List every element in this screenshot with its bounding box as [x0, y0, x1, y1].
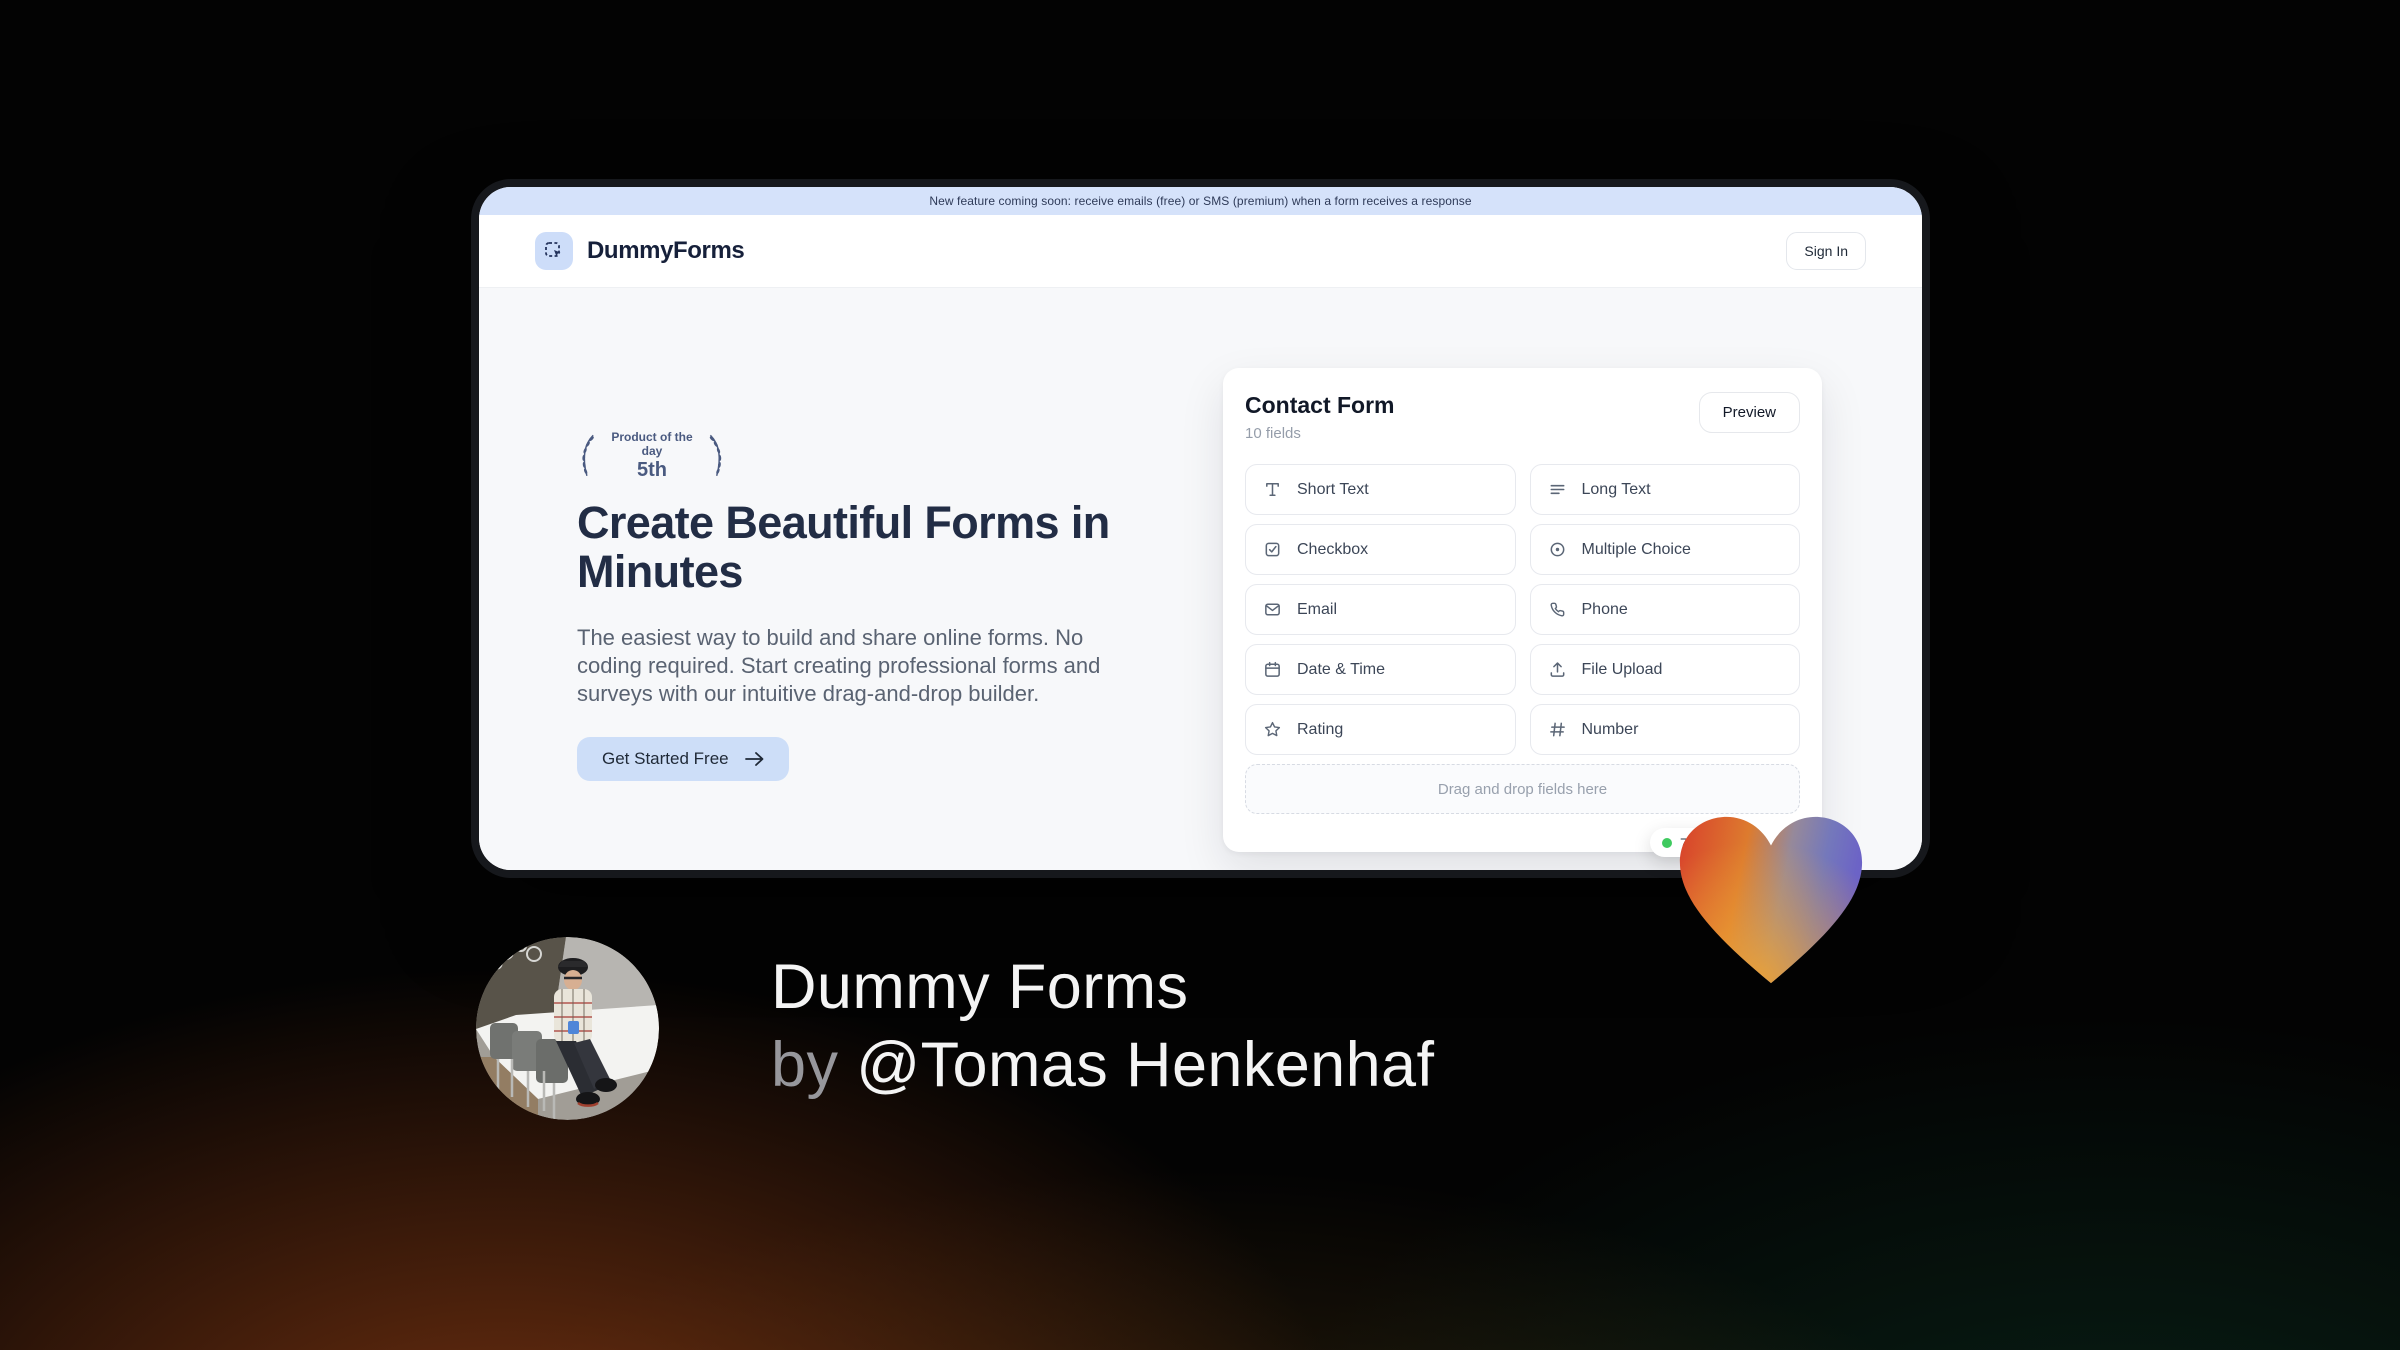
laurel-left-icon [582, 434, 594, 476]
hero-section: Product of the day 5th Create Beautiful … [479, 288, 1922, 870]
field-short-text[interactable]: Short Text [1245, 464, 1516, 515]
credit-handle: @Tomas Henkenhaf [856, 1030, 1435, 1100]
form-field-count: 10 fields [1245, 425, 1301, 442]
announcement-banner: New feature coming soon: receive emails … [479, 187, 1922, 215]
field-checkbox[interactable]: Checkbox [1245, 524, 1516, 575]
product-of-the-day-badge: Product of the day 5th [577, 430, 727, 482]
status-dot-icon [1662, 837, 1672, 848]
form-title: Contact Form [1245, 392, 1395, 418]
field-rating[interactable]: Rating [1245, 704, 1516, 755]
hash-icon [1549, 722, 1565, 737]
multiple-choice-icon [1550, 542, 1564, 557]
credit-title: Dummy Forms [771, 952, 1189, 1022]
email-icon [1265, 603, 1280, 616]
site-header: DummyForms Sign In [479, 215, 1922, 288]
field-phone[interactable]: Phone [1529, 584, 1800, 635]
get-started-button[interactable]: Get Started Free [577, 737, 789, 781]
credit-by: by [771, 1030, 839, 1100]
browser-window: New feature coming soon: receive emails … [479, 187, 1922, 870]
sign-in-button[interactable]: Sign In [1786, 232, 1866, 270]
preview-button[interactable]: Preview [1698, 392, 1800, 433]
phone-icon [1549, 602, 1564, 617]
field-long-text[interactable]: Long Text [1529, 464, 1800, 515]
field-date-time[interactable]: Date & Time [1245, 644, 1516, 695]
announcement-text: New feature coming soon: receive emails … [929, 194, 1472, 208]
credit-text: Dummy Forms by @Tomas Henkenhaf [771, 948, 1434, 1104]
form-builder-card: Contact Form 10 fields Preview Short Tex… [1223, 368, 1822, 852]
dummyforms-logo-icon [535, 232, 573, 270]
upload-icon [1550, 662, 1564, 677]
hero-description: The easiest way to build and share onlin… [577, 625, 1101, 706]
field-multiple-choice[interactable]: Multiple Choice [1529, 524, 1800, 575]
checkbox-icon [1265, 542, 1280, 557]
field-email[interactable]: Email [1245, 584, 1516, 635]
short-text-icon [1266, 483, 1279, 496]
calendar-icon [1265, 661, 1280, 677]
potd-label: Product of the day [611, 430, 693, 458]
drag-drop-text: Drag and drop fields here [1437, 780, 1608, 798]
field-file-upload[interactable]: File Upload [1529, 644, 1800, 695]
brand-name: DummyForms [587, 237, 745, 264]
laurel-right-icon [710, 434, 722, 476]
brand[interactable]: DummyForms [535, 232, 745, 270]
creator-avatar-photo [476, 937, 659, 1120]
star-icon [1264, 721, 1281, 737]
get-started-label: Get Started Free [602, 749, 729, 768]
potd-rank: 5th [636, 459, 667, 481]
field-type-grid: Short Text Long Text Checkbox Multiple C… [1245, 464, 1800, 755]
long-text-icon [1550, 484, 1564, 495]
gradient-heart-icon [1679, 816, 1863, 984]
arrow-right-icon [744, 752, 764, 766]
field-number[interactable]: Number [1529, 704, 1800, 755]
hero-title: Create Beautiful Forms in Minutes [577, 497, 1110, 597]
